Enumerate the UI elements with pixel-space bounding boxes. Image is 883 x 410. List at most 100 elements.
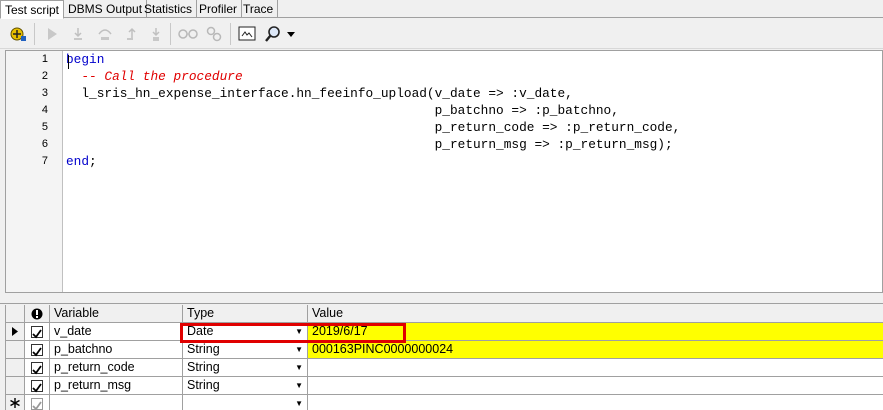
dropdown-arrow-icon[interactable]: ▼	[295, 377, 303, 394]
line-number: 7	[41, 155, 48, 167]
row-indicator	[6, 377, 25, 395]
table-row[interactable]: v_date Date ▼ 2019/6/17	[6, 323, 883, 341]
step-into-icon[interactable]	[67, 24, 89, 44]
checkmark-icon	[32, 328, 42, 338]
type-value: String	[187, 360, 220, 374]
annotation-highlight-box	[180, 323, 406, 343]
row-enabled-checkbox[interactable]	[25, 377, 50, 395]
code-line: begin	[66, 51, 104, 68]
line-number: 4	[41, 104, 48, 116]
checkbox[interactable]	[31, 325, 43, 338]
type-value: String	[187, 378, 220, 392]
code-keyword: end	[66, 154, 90, 169]
code-text: l_sris_hn_expense_interface.hn_feeinfo_u…	[66, 86, 573, 101]
row-indicator	[6, 341, 25, 359]
code-editor[interactable]: 1 2 3 4 5 6 7 begin -- Call the procedur…	[5, 50, 883, 293]
type-select[interactable]: String ▼	[183, 341, 308, 359]
search-icon[interactable]	[262, 24, 284, 44]
tab-profiler[interactable]: Profiler	[195, 0, 243, 18]
line-number: 2	[41, 70, 48, 82]
output-window-icon[interactable]	[236, 24, 258, 44]
tab-test-script[interactable]: Test script	[0, 0, 65, 19]
row-enabled-checkbox[interactable]	[25, 323, 50, 341]
code-line: p_return_code => :p_return_code,	[66, 119, 681, 136]
checkmark-icon	[32, 346, 42, 356]
tab-dbms-output[interactable]: DBMS Output	[64, 0, 148, 18]
header-variable[interactable]: Variable	[50, 305, 183, 323]
grid-header: Variable Type Value	[6, 305, 883, 323]
row-indicator	[6, 323, 25, 341]
tab-trace[interactable]: Trace	[239, 0, 279, 18]
dropdown-arrow-icon[interactable]: ▼	[295, 395, 303, 410]
pane-splitter[interactable]	[0, 293, 883, 304]
run-to-exception-icon[interactable]	[145, 24, 167, 44]
line-number: 3	[41, 87, 48, 99]
type-select[interactable]: ▼	[183, 395, 308, 410]
line-number: 5	[41, 121, 48, 133]
run-icon[interactable]	[41, 24, 63, 44]
code-keyword: begin	[66, 52, 105, 67]
code-line: -- Call the procedure	[66, 68, 243, 85]
code-line: p_batchno => :p_batchno,	[66, 102, 619, 119]
type-value: String	[187, 342, 220, 356]
table-row[interactable]: p_return_code String ▼	[6, 359, 883, 377]
debug-start-icon[interactable]	[7, 24, 29, 44]
table-row[interactable]: p_batchno String ▼ 000163PINC0000000024	[6, 341, 883, 359]
step-over-icon[interactable]	[94, 24, 116, 44]
code-line: p_return_msg => :p_return_msg);	[66, 136, 673, 153]
row-indicator	[6, 395, 25, 410]
row-enabled-checkbox[interactable]	[25, 341, 50, 359]
toggle-breakpoint-icon[interactable]	[177, 24, 199, 44]
new-row-asterisk-icon	[10, 398, 20, 408]
code-line: end;	[66, 153, 97, 170]
header-enabled-column[interactable]	[25, 305, 50, 323]
current-row-arrow-icon	[12, 327, 18, 336]
variable-name[interactable]: v_date	[50, 323, 183, 341]
dropdown-arrow-icon[interactable]: ▼	[295, 341, 303, 358]
debug-toolbar	[0, 19, 883, 49]
variables-grid: Variable Type Value v_date Date ▼ 2019/6/…	[5, 305, 883, 410]
variable-name[interactable]	[50, 395, 183, 410]
checkbox[interactable]	[31, 397, 43, 410]
value-field[interactable]	[308, 377, 883, 395]
value-field[interactable]	[308, 359, 883, 377]
enabled-icon	[31, 308, 43, 319]
code-text: p_return_code => :p_return_code,	[66, 120, 681, 135]
code-area[interactable]: begin -- Call the procedure l_sris_hn_ex…	[66, 51, 881, 292]
row-enabled-checkbox[interactable]	[25, 395, 50, 410]
line-number: 6	[41, 138, 48, 150]
type-select[interactable]: String ▼	[183, 377, 308, 395]
variable-name[interactable]: p_return_msg	[50, 377, 183, 395]
checkbox[interactable]	[31, 379, 43, 392]
variable-name[interactable]: p_batchno	[50, 341, 183, 359]
dropdown-arrow-icon[interactable]	[284, 24, 298, 44]
breakpoint-icon[interactable]	[203, 24, 225, 44]
variable-name[interactable]: p_return_code	[50, 359, 183, 377]
row-enabled-checkbox[interactable]	[25, 359, 50, 377]
code-comment: -- Call the procedure	[66, 69, 243, 84]
checkbox[interactable]	[31, 361, 43, 374]
header-indicator	[6, 305, 25, 323]
checkmark-icon	[32, 400, 42, 410]
table-row[interactable]: p_return_msg String ▼	[6, 377, 883, 395]
header-type[interactable]: Type	[183, 305, 308, 323]
checkmark-icon	[32, 382, 42, 392]
code-text: p_return_msg => :p_return_msg);	[66, 137, 673, 152]
header-value[interactable]: Value	[308, 305, 883, 323]
code-text: p_batchno => :p_batchno,	[66, 103, 619, 118]
tab-bar: Test script DBMS Output Statistics Profi…	[0, 0, 883, 19]
line-number-gutter: 1 2 3 4 5 6 7	[6, 51, 63, 292]
step-out-icon[interactable]	[121, 24, 143, 44]
type-select[interactable]: String ▼	[183, 359, 308, 377]
new-row[interactable]: ▼	[6, 395, 883, 410]
line-number: 1	[41, 53, 48, 65]
text-cursor	[68, 55, 69, 69]
checkbox[interactable]	[31, 343, 43, 356]
value-field[interactable]	[308, 395, 883, 410]
row-indicator	[6, 359, 25, 377]
value-field[interactable]: 000163PINC0000000024	[308, 341, 883, 359]
tab-statistics[interactable]: Statistics	[140, 0, 198, 18]
code-line: l_sris_hn_expense_interface.hn_feeinfo_u…	[66, 85, 573, 102]
dropdown-arrow-icon[interactable]: ▼	[295, 359, 303, 376]
checkmark-icon	[32, 364, 42, 374]
